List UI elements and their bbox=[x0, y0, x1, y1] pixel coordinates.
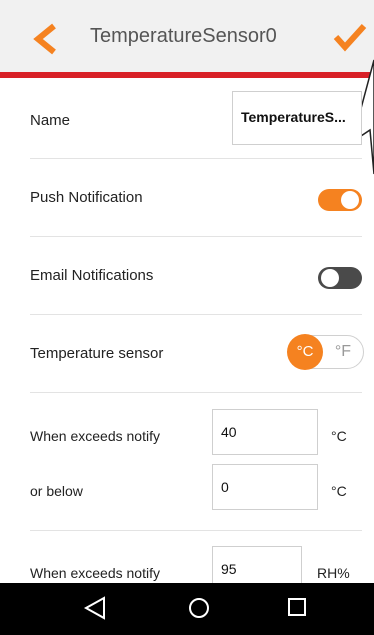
page-title: TemperatureSensor0 bbox=[90, 25, 277, 47]
temp-exceeds-label: When exceeds notify bbox=[30, 428, 160, 444]
divider bbox=[30, 314, 362, 315]
humidity-exceeds-label: When exceeds notify bbox=[30, 565, 160, 581]
nav-back-icon[interactable] bbox=[82, 595, 108, 621]
checkmark-icon[interactable] bbox=[333, 22, 367, 52]
divider bbox=[30, 530, 362, 531]
name-label: Name bbox=[30, 112, 71, 129]
temp-below-label: or below bbox=[30, 483, 83, 499]
temperature-sensor-label: Temperature sensor bbox=[30, 345, 164, 362]
chevron-left-icon[interactable] bbox=[28, 22, 64, 56]
temp-below-unit: °C bbox=[331, 483, 347, 499]
temperature-unit-switch[interactable]: °C °F bbox=[287, 334, 364, 370]
push-notification-label: Push Notification bbox=[30, 189, 143, 206]
divider bbox=[30, 392, 362, 393]
temp-exceeds-input[interactable]: 40 bbox=[212, 409, 318, 455]
system-navigation-bar bbox=[0, 583, 374, 635]
fahrenheit-option[interactable]: °F bbox=[325, 336, 361, 368]
temp-below-input[interactable]: 0 bbox=[212, 464, 318, 510]
divider bbox=[30, 236, 362, 237]
toggle-knob bbox=[341, 191, 359, 209]
celsius-option[interactable]: °C bbox=[287, 334, 323, 370]
nav-home-icon[interactable] bbox=[188, 597, 210, 619]
divider bbox=[30, 158, 362, 159]
toggle-knob bbox=[321, 269, 339, 287]
temp-exceeds-unit: °C bbox=[331, 428, 347, 444]
humidity-exceeds-unit: RH% bbox=[317, 565, 350, 581]
name-input[interactable]: TemperatureS... bbox=[232, 91, 362, 145]
nav-recent-icon[interactable] bbox=[287, 597, 307, 617]
email-notifications-label: Email Notifications bbox=[30, 267, 154, 284]
app-header: TemperatureSensor0 bbox=[0, 0, 374, 72]
push-notification-toggle[interactable] bbox=[318, 189, 362, 211]
brand-divider bbox=[0, 72, 374, 78]
email-notifications-toggle[interactable] bbox=[318, 267, 362, 289]
